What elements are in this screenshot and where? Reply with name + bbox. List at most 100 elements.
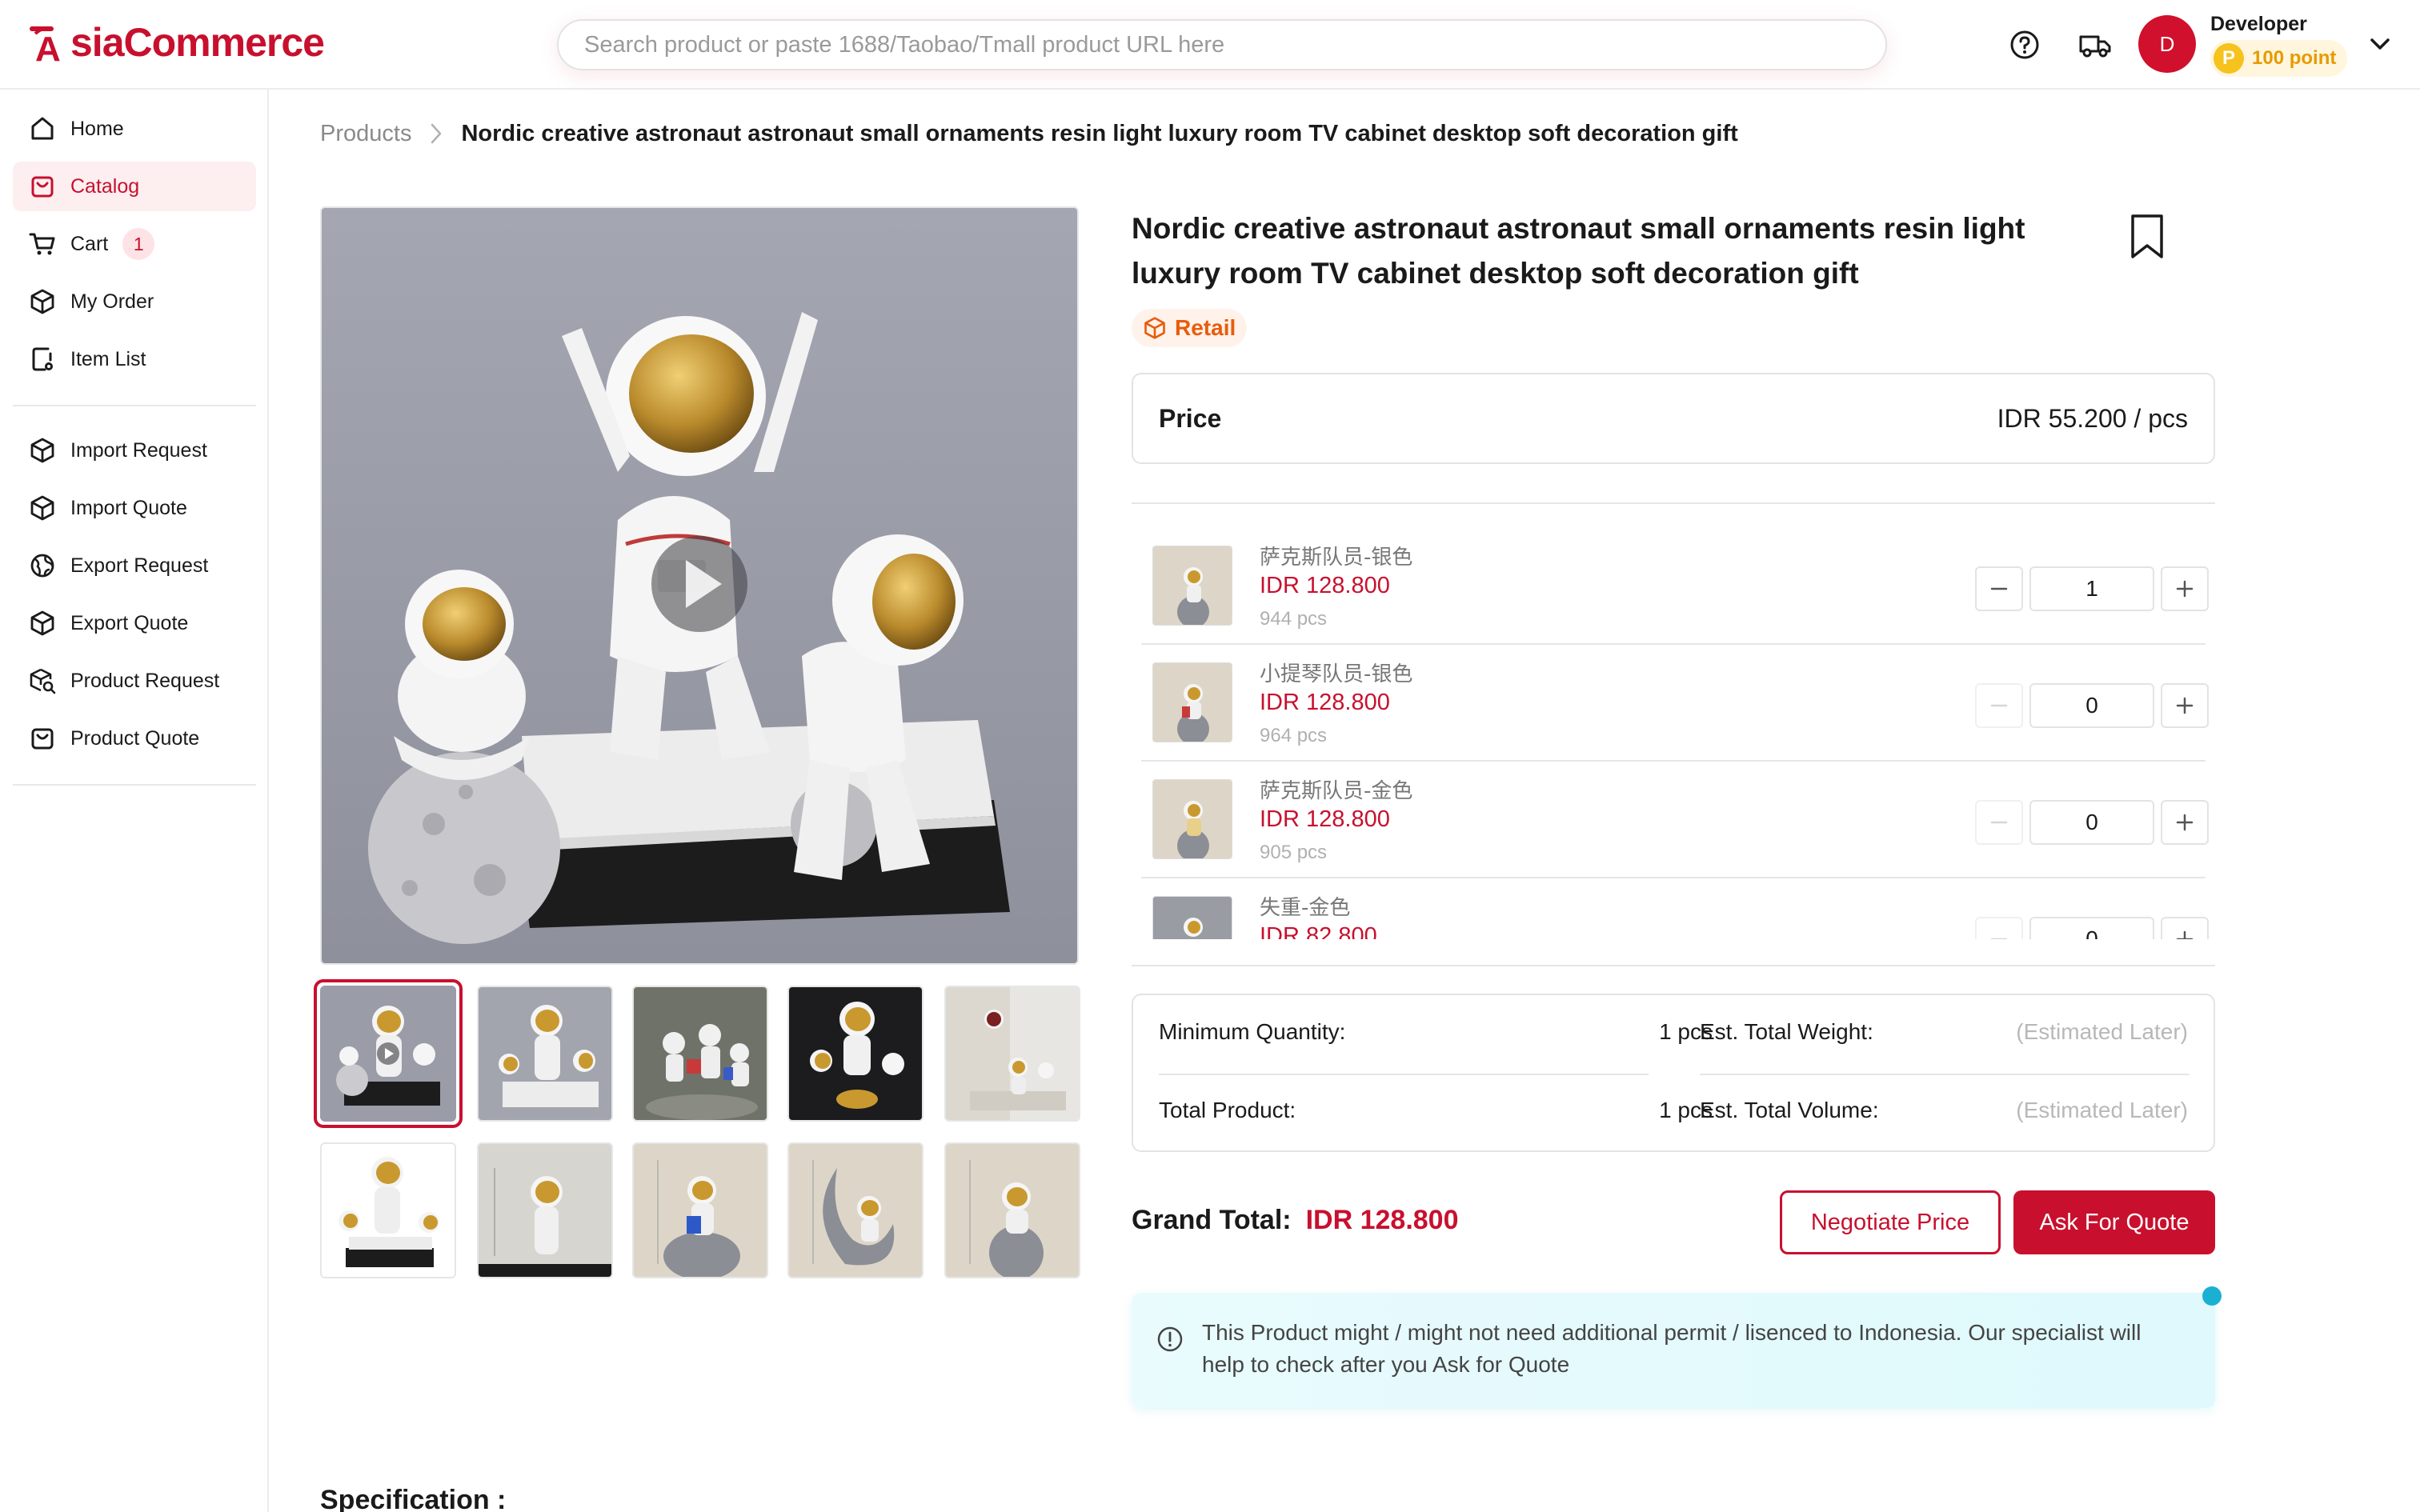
box-icon bbox=[27, 435, 58, 466]
sidebar-item-label: Export Quote bbox=[70, 611, 189, 634]
product-main-image[interactable] bbox=[320, 206, 1079, 965]
catalog-icon bbox=[27, 171, 58, 202]
increment-button[interactable] bbox=[2161, 683, 2209, 728]
sidebar-item-import-quote[interactable]: Import Quote bbox=[13, 483, 256, 533]
volume-label: Est. Total Volume: bbox=[1700, 1098, 1879, 1122]
logo-text: siaCommerce bbox=[70, 20, 325, 65]
divider bbox=[1132, 965, 2215, 966]
sidebar-item-label: Home bbox=[70, 117, 124, 140]
sidebar-divider bbox=[13, 405, 256, 406]
sidebar-item-import-request[interactable]: Import Request bbox=[13, 426, 256, 475]
permit-notice-text: This Product might / might not need addi… bbox=[1202, 1320, 2142, 1377]
quantity-input[interactable]: 1 bbox=[2029, 566, 2154, 611]
quantity-input[interactable]: 0 bbox=[2029, 917, 2154, 939]
variant-image bbox=[1152, 546, 1232, 626]
variant-price: IDR 128.800 bbox=[1260, 690, 1390, 715]
weight-label: Est. Total Weight: bbox=[1700, 1019, 1873, 1044]
permit-notice: This Product might / might not need addi… bbox=[1132, 1293, 2215, 1408]
sidebar-item-label: Item List bbox=[70, 347, 146, 370]
thumbnail-7[interactable] bbox=[477, 1142, 613, 1278]
order-summary: Minimum Quantity: 1 pcs Est. Total Weigh… bbox=[1132, 994, 2215, 1152]
decrement-button[interactable] bbox=[1975, 566, 2023, 611]
quantity-stepper: 0 bbox=[1975, 800, 2209, 845]
thumbnail-3[interactable] bbox=[632, 986, 768, 1122]
points-text: 100 point bbox=[2252, 47, 2337, 69]
grand-total-value: IDR 128.800 bbox=[1305, 1205, 1459, 1235]
increment-button[interactable] bbox=[2161, 800, 2209, 845]
variant-stock: 905 pcs bbox=[1260, 842, 1328, 863]
sidebar-item-export-quote[interactable]: Export Quote bbox=[13, 598, 256, 648]
bookmark-icon[interactable] bbox=[2129, 213, 2166, 261]
sidebar: Home Catalog Cart 1 My Order Item List I… bbox=[0, 90, 269, 1512]
search-bar[interactable] bbox=[557, 19, 1887, 70]
svg-text:A: A bbox=[35, 30, 61, 64]
avatar[interactable]: D bbox=[2138, 15, 2196, 73]
logo[interactable]: A siaCommerce bbox=[27, 18, 325, 69]
minus-icon bbox=[1990, 821, 2008, 824]
sidebar-item-product-quote[interactable]: Product Quote bbox=[13, 714, 256, 763]
divider bbox=[1132, 502, 2215, 504]
quantity-input[interactable]: 0 bbox=[2029, 683, 2154, 728]
home-icon bbox=[27, 114, 58, 144]
decrement-button[interactable] bbox=[1975, 917, 2023, 939]
variant-row: 萨克斯队员-金色 IDR 128.800 905 pcs 0 bbox=[1141, 762, 2209, 878]
sidebar-item-cart[interactable]: Cart 1 bbox=[13, 219, 256, 269]
user-name: Developer bbox=[2210, 13, 2307, 35]
retail-tag-label: Retail bbox=[1175, 315, 1236, 340]
thumbnail-1[interactable] bbox=[314, 979, 463, 1128]
sidebar-item-product-request[interactable]: Product Request bbox=[13, 656, 256, 706]
variant-row: 小提琴队员-银色 IDR 128.800 964 pcs 0 bbox=[1141, 645, 2209, 762]
box-icon bbox=[1144, 317, 1165, 339]
increment-button[interactable] bbox=[2161, 917, 2209, 939]
sidebar-item-my-order[interactable]: My Order bbox=[13, 277, 256, 326]
negotiate-price-button[interactable]: Negotiate Price bbox=[1780, 1190, 2001, 1254]
variant-stock: 944 pcs bbox=[1260, 608, 1328, 630]
help-circle-icon[interactable] bbox=[2007, 27, 2042, 62]
thumbnail-10[interactable] bbox=[944, 1142, 1080, 1278]
thumbnail-8[interactable] bbox=[632, 1142, 768, 1278]
divider bbox=[1700, 1074, 2190, 1075]
variant-stock: 964 pcs bbox=[1260, 725, 1328, 746]
coin-icon: P bbox=[2214, 43, 2244, 74]
catalog-icon bbox=[27, 723, 58, 754]
search-input[interactable] bbox=[584, 31, 1885, 58]
price-label: Price bbox=[1159, 403, 1222, 433]
sidebar-item-label: Export Request bbox=[70, 554, 209, 577]
ask-for-quote-button[interactable]: Ask For Quote bbox=[2013, 1190, 2215, 1254]
variant-row: 萨克斯队员-银色 IDR 128.800 944 pcs 1 bbox=[1141, 528, 2209, 645]
truck-icon[interactable] bbox=[2077, 27, 2113, 62]
cart-count-badge: 1 bbox=[122, 228, 155, 260]
variant-name: 萨克斯队员-金色 bbox=[1260, 779, 1413, 803]
thumbnail-9[interactable] bbox=[787, 1142, 924, 1278]
breadcrumb-root[interactable]: Products bbox=[320, 121, 411, 147]
sidebar-item-export-request[interactable]: Export Request bbox=[13, 541, 256, 590]
volume-value: (Estimated Later) bbox=[2016, 1098, 2188, 1122]
price-box: Price IDR 55.200 / pcs bbox=[1132, 373, 2215, 464]
quantity-input[interactable]: 0 bbox=[2029, 800, 2154, 845]
increment-button[interactable] bbox=[2161, 566, 2209, 611]
sidebar-item-label: Import Quote bbox=[70, 496, 187, 519]
chevron-down-icon[interactable] bbox=[2366, 32, 2394, 56]
grand-total-label: Grand Total: bbox=[1132, 1205, 1292, 1235]
sidebar-item-catalog[interactable]: Catalog bbox=[13, 162, 256, 211]
variant-image bbox=[1152, 662, 1232, 742]
thumbnail-5[interactable] bbox=[944, 986, 1080, 1122]
total-product-value: 1 pcs bbox=[1659, 1098, 1713, 1122]
variant-price: IDR 128.800 bbox=[1260, 573, 1390, 598]
sidebar-item-label: Product Quote bbox=[70, 726, 200, 750]
status-dot bbox=[2202, 1286, 2222, 1306]
box-icon bbox=[27, 608, 58, 638]
min-qty-value: 1 pcs bbox=[1659, 1019, 1713, 1044]
decrement-button[interactable] bbox=[1975, 683, 2023, 728]
decrement-button[interactable] bbox=[1975, 800, 2023, 845]
minus-icon bbox=[1990, 938, 2008, 939]
sidebar-item-home[interactable]: Home bbox=[13, 104, 256, 154]
thumbnail-2[interactable] bbox=[477, 986, 613, 1122]
thumbnail-6[interactable] bbox=[320, 1142, 456, 1278]
thumbnail-4[interactable] bbox=[787, 986, 924, 1122]
variant-row: 失重-金色 IDR 82.800 0 bbox=[1141, 878, 2209, 939]
variant-list[interactable]: 萨克斯队员-银色 IDR 128.800 944 pcs 1 小提琴队员-银色 … bbox=[1132, 528, 2215, 939]
variant-name: 小提琴队员-银色 bbox=[1260, 662, 1413, 686]
chevron-right-icon bbox=[427, 120, 445, 147]
sidebar-item-item-list[interactable]: Item List bbox=[13, 334, 256, 384]
